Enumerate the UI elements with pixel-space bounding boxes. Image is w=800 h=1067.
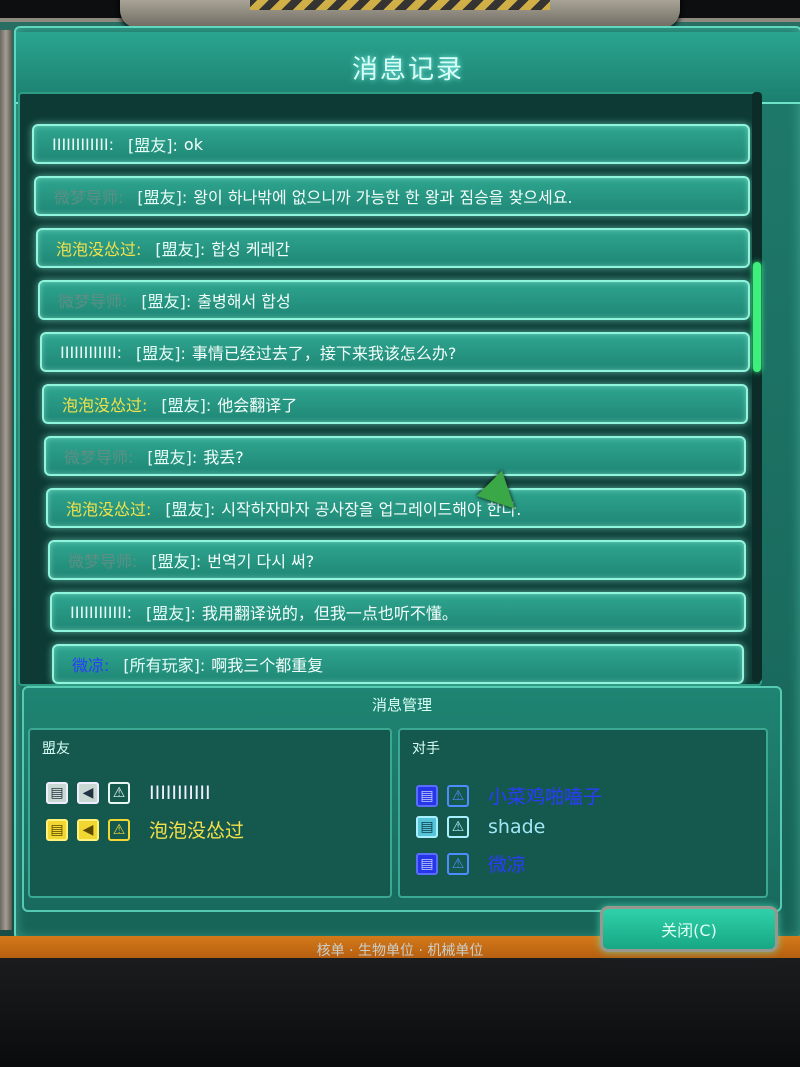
message-row: 微梦导师: [盟友]: 번역기 다시 써?: [48, 540, 746, 580]
close-button[interactable]: 关闭(C): [600, 906, 778, 952]
opponents-label: 对手: [412, 741, 440, 757]
alert-icon[interactable]: ⚠: [447, 784, 469, 807]
message-channel: [盟友]:: [136, 344, 186, 363]
message-row: IIIIIIIIIIII: [盟友]: 事情已经过去了，接下来我该怎么办?: [40, 332, 750, 372]
message-channel: [盟友]:: [137, 188, 188, 207]
message-channel: [所有玩家]:: [123, 656, 206, 675]
frame-left-edge: [0, 30, 12, 930]
message-channel: [盟友]:: [155, 240, 206, 259]
message-sender: IIIIIIIIIIII:: [60, 342, 123, 362]
opponents-panel: 对手 ▤ ⚠ 小菜鸡啪嗑子 ▤ ⚠ shade ▤ ⚠ 微凉: [398, 728, 768, 898]
message-text: 我用翻译说的，但我一点也听不懂。: [201, 604, 458, 623]
opponent-name: shade: [488, 816, 546, 838]
message-text: 번역기 다시 써?: [207, 552, 315, 571]
message-text: 시작하자마자 공사장을 업그레이드해야 한다.: [221, 500, 522, 519]
alert-icon[interactable]: ⚠: [447, 816, 469, 838]
message-text: ok: [183, 134, 203, 154]
message-sender: 泡泡没怂过:: [56, 240, 142, 259]
allies-label: 盟友: [42, 741, 70, 757]
hazard-stripe: [250, 0, 550, 10]
screen-base: [0, 958, 800, 1067]
message-text: 왕이 하나밖에 없으니까 가능한 한 왕과 짐승을 찾으세요.: [193, 188, 573, 207]
ally-name: 泡泡没怂过: [149, 820, 245, 842]
message-sender: 微梦导师:: [54, 188, 124, 207]
ally-name: IIIIIIIIIII: [149, 782, 211, 804]
ally-row: ▤ ◀ ⚠ 泡泡没怂过: [46, 816, 244, 843]
message-channel: [盟友]:: [128, 136, 178, 155]
message-channel: [盟友]:: [165, 500, 216, 519]
message-row: IIIIIIIIIIII: [盟友]: 我用翻译说的，但我一点也听不懂。: [50, 592, 746, 632]
message-sender: 微梦导师:: [58, 292, 128, 311]
chat-icon[interactable]: ▤: [46, 818, 68, 841]
message-row: 微梦导师: [盟友]: 왕이 하나밖에 없으니까 가능한 한 왕과 짐승을 찾으…: [34, 176, 750, 216]
message-text: 他会翻译了: [217, 396, 298, 415]
opponent-row: ▤ ⚠ 小菜鸡啪嗑子: [416, 782, 602, 809]
message-sender: IIIIIIIIIIII:: [52, 134, 115, 154]
opponent-name: 微凉: [488, 854, 527, 876]
message-text: 출병해서 합성: [197, 292, 291, 311]
message-text: 啊我三个都重复: [211, 656, 324, 675]
alert-icon[interactable]: ⚠: [447, 852, 469, 875]
message-row: 微梦导师: [盟友]: 我丢?: [44, 436, 746, 476]
message-channel: [盟友]:: [147, 448, 198, 467]
message-text: 我丢?: [203, 448, 244, 467]
voice-icon[interactable]: ◀: [77, 818, 99, 841]
message-channel: [盟友]:: [151, 552, 202, 571]
message-sender: 泡泡没怂过:: [66, 500, 152, 519]
top-ornament: [120, 0, 680, 28]
opponent-row: ▤ ⚠ 微凉: [416, 850, 526, 877]
opponent-name: 小菜鸡啪嗑子: [488, 786, 603, 808]
message-sender: 微梦导师:: [64, 448, 134, 467]
message-text: 事情已经过去了，接下来我该怎么办?: [191, 344, 457, 363]
message-sender: 泡泡没怂过:: [62, 396, 148, 415]
message-sender: IIIIIIIIIIII:: [70, 602, 133, 622]
message-sender: 微梦导师:: [68, 552, 138, 571]
chat-icon[interactable]: ▤: [46, 782, 68, 804]
message-channel: [盟友]:: [161, 396, 212, 415]
message-row: 泡泡没怂过: [盟友]: 합성 케레간: [36, 228, 750, 268]
ally-row: ▤ ◀ ⚠ IIIIIIIIIII: [46, 782, 211, 804]
message-row: IIIIIIIIIIII: [盟友]: ok: [32, 124, 750, 164]
message-channel: [盟友]:: [141, 292, 192, 311]
message-row: 微梦导师: [盟友]: 출병해서 합성: [38, 280, 750, 320]
opponent-row: ▤ ⚠ shade: [416, 816, 545, 838]
message-management-panel: 消息管理 盟友 ▤ ◀ ⚠ IIIIIIIIIII ▤ ◀ ⚠ 泡泡没怂过 对手…: [22, 686, 782, 912]
management-title: 消息管理: [371, 696, 432, 714]
voice-icon[interactable]: ◀: [77, 782, 99, 804]
window-title: 消息记录: [351, 54, 464, 85]
allies-panel: 盟友 ▤ ◀ ⚠ IIIIIIIIIII ▤ ◀ ⚠ 泡泡没怂过: [28, 728, 392, 898]
message-row: 泡泡没怂过: [盟友]: 시작하자마자 공사장을 업그레이드해야 한다.: [46, 488, 746, 528]
alert-icon[interactable]: ⚠: [108, 818, 130, 841]
message-channel: [盟友]:: [146, 604, 196, 623]
chat-icon[interactable]: ▤: [416, 816, 438, 838]
message-text: 합성 케레간: [211, 240, 290, 259]
message-row: 微凉: [所有玩家]: 啊我三个都重复: [52, 644, 744, 684]
chat-icon[interactable]: ▤: [416, 852, 438, 875]
message-list[interactable]: IIIIIIIIIIII: [盟友]: ok 微梦导师: [盟友]: 왕이 하나…: [18, 92, 762, 686]
message-sender: 微凉:: [72, 656, 110, 675]
message-scrollbar[interactable]: [752, 92, 762, 682]
message-row: 泡泡没怂过: [盟友]: 他会翻译了: [42, 384, 748, 424]
scrollbar-thumb[interactable]: [753, 262, 761, 372]
alert-icon[interactable]: ⚠: [108, 782, 130, 804]
chat-icon[interactable]: ▤: [416, 784, 438, 807]
